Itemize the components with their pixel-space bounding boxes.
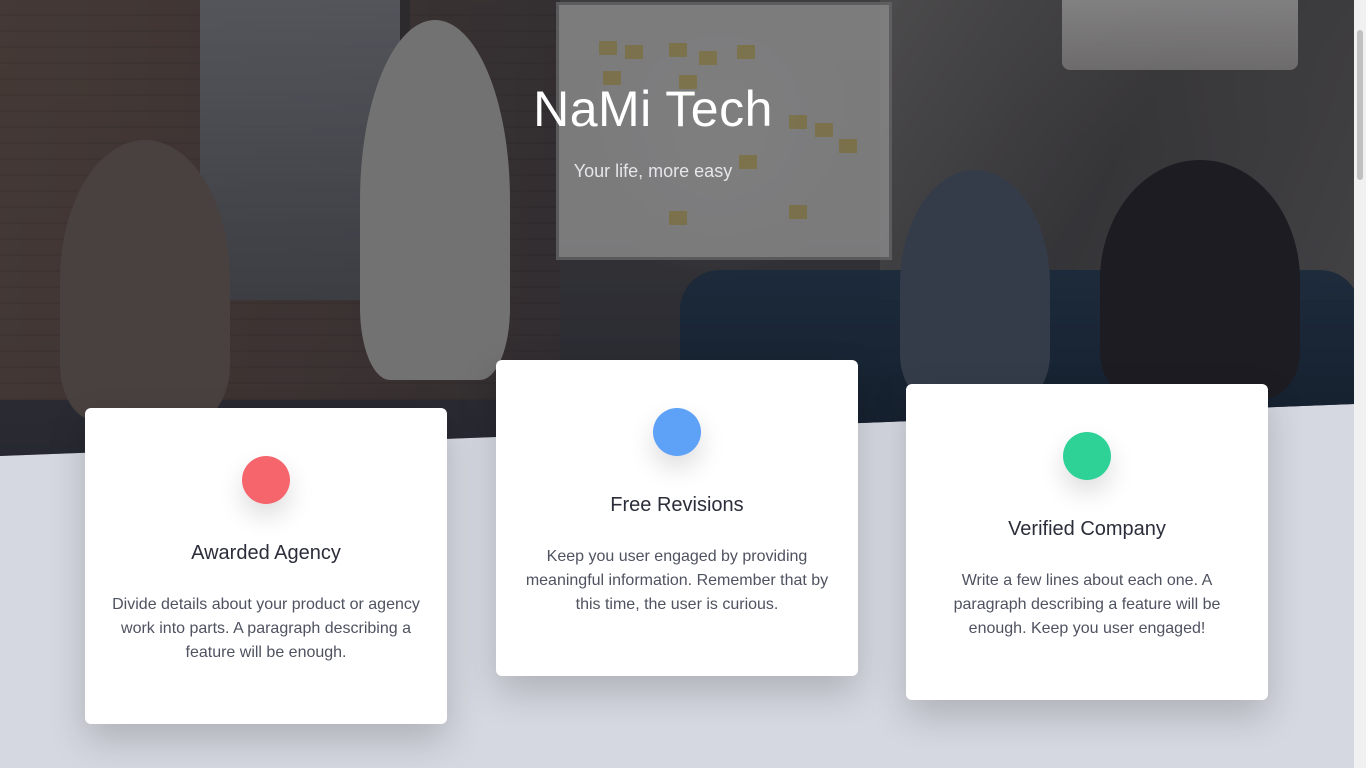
feature-card-verified-company: Verified Company Write a few lines about… [906, 384, 1268, 700]
landing-page: NaMi Tech Your life, more easy Awarded A… [0, 0, 1366, 768]
feature-title: Awarded Agency [191, 542, 341, 564]
vertical-scrollbar[interactable] [1354, 0, 1366, 768]
feature-description: Divide details about your product or age… [112, 596, 420, 661]
red-circle-icon [242, 456, 290, 504]
scrollbar-thumb[interactable] [1357, 30, 1363, 180]
blue-circle-icon [653, 408, 701, 456]
green-circle-icon [1063, 432, 1111, 480]
feature-card-awarded-agency: Awarded Agency Divide details about your… [85, 408, 447, 724]
feature-description: Write a few lines about each one. A para… [953, 572, 1221, 637]
feature-title: Verified Company [1008, 518, 1166, 540]
feature-description: Keep you user engaged by providing meani… [525, 548, 829, 613]
feature-card-free-revisions: Free Revisions Keep you user engaged by … [496, 360, 858, 676]
feature-title: Free Revisions [610, 494, 744, 516]
page-title: NaMi Tech [533, 81, 773, 137]
page-subtitle: Your life, more easy [573, 161, 733, 181]
